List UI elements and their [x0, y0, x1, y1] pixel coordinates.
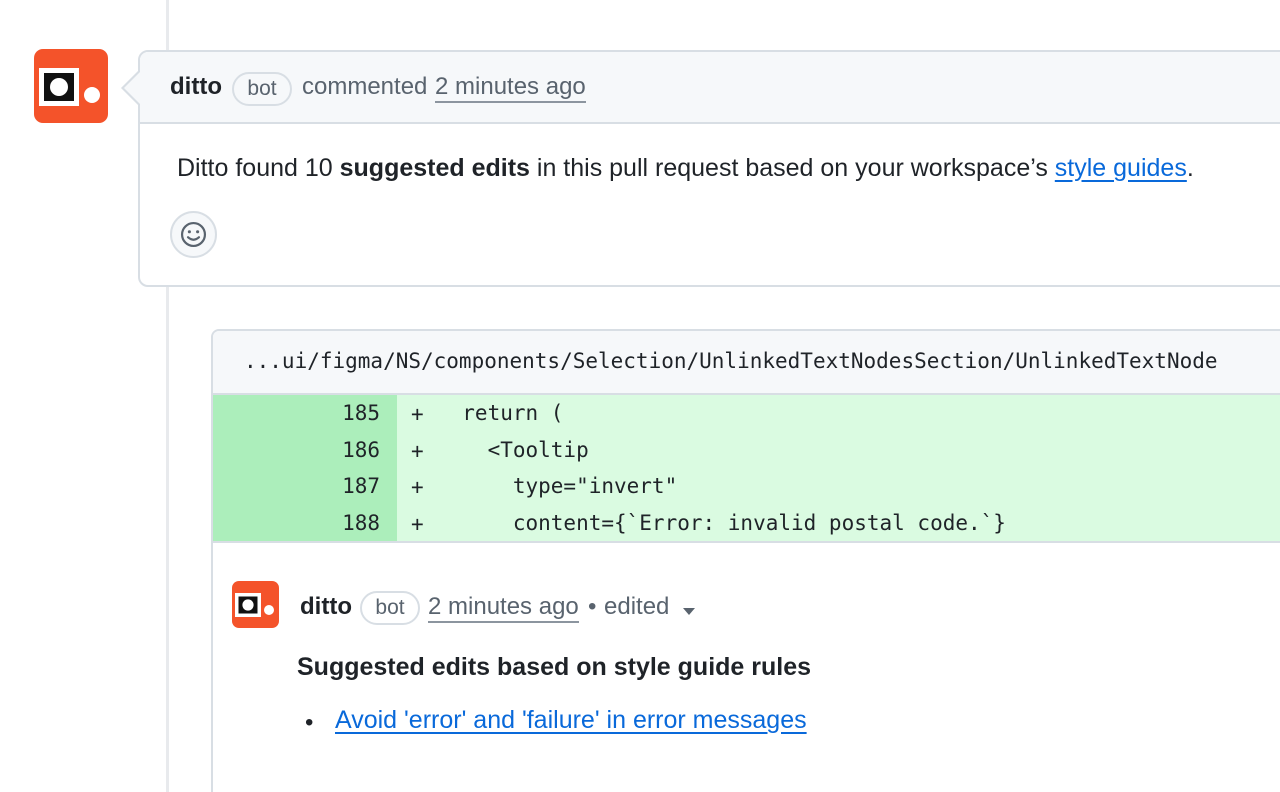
diff-code: return (: [437, 401, 564, 425]
diff-code: type="invert": [437, 474, 678, 498]
style-rule-link[interactable]: Avoid 'error' and 'failure' in error mes…: [335, 706, 807, 735]
style-guides-link[interactable]: style guides: [1055, 154, 1187, 182]
add-reaction-button[interactable]: [170, 211, 217, 258]
ditto-logo-icon: [39, 68, 100, 106]
ditto-reply-avatar[interactable]: [232, 581, 279, 628]
body-text: .: [1186, 154, 1194, 182]
body-text: in this pull request based on your works…: [529, 154, 1055, 182]
diff-line: 186 + <Tooltip: [213, 431, 1280, 468]
edited-label[interactable]: edited: [604, 593, 669, 621]
comment-timestamp[interactable]: 2 minutes ago: [435, 73, 586, 103]
file-header: ...ui/figma/NS/components/Selection/Unli…: [213, 331, 1280, 395]
body-text: Ditto found 10: [177, 154, 340, 182]
diff-hunk: 185 + return ( 186 + <Tooltip 187 + type…: [213, 395, 1280, 541]
chevron-down-icon[interactable]: [683, 608, 695, 615]
bullet: •: [305, 709, 314, 736]
reply-timestamp[interactable]: 2 minutes ago: [428, 593, 579, 623]
line-number[interactable]: 187: [213, 468, 397, 505]
diff-line: 185 + return (: [213, 395, 1280, 432]
comment-header: ditto bot commented 2 minutes ago: [140, 52, 1280, 124]
comment-author[interactable]: ditto: [170, 73, 222, 101]
line-number[interactable]: 188: [213, 504, 397, 541]
diff-code: content={`Error: invalid postal code.`}: [437, 510, 1006, 535]
reply-author[interactable]: ditto: [300, 593, 352, 621]
ditto-logo-icon: [235, 593, 274, 617]
bot-badge: bot: [232, 72, 292, 106]
diff-addition-sign: +: [411, 438, 424, 463]
body-bold-text: suggested edits: [339, 154, 530, 182]
comment-body: Ditto found 10 suggested edits in this p…: [177, 154, 1194, 183]
diff-addition-sign: +: [411, 475, 424, 499]
comment-action: commented: [302, 73, 428, 100]
diff-addition-sign: +: [411, 511, 424, 536]
diff-code: <Tooltip: [437, 437, 589, 462]
reply-heading: Suggested edits based on style guide rul…: [297, 653, 812, 681]
comment-pointer-fill: [124, 72, 140, 104]
line-number[interactable]: 185: [213, 395, 397, 432]
separator-dot: •: [588, 593, 597, 620]
review-thread: ...ui/figma/NS/components/Selection/Unli…: [211, 329, 1280, 792]
diff-addition-sign: +: [411, 402, 424, 426]
comment-card: ditto bot commented 2 minutes ago Ditto …: [138, 50, 1280, 287]
divider: [213, 541, 1280, 543]
diff-line: 188 + content={`Error: invalid postal co…: [213, 504, 1280, 541]
line-number[interactable]: 186: [213, 431, 397, 468]
smiley-icon: [180, 221, 207, 248]
ditto-avatar[interactable]: [34, 49, 108, 123]
file-path[interactable]: ...ui/figma/NS/components/Selection/Unli…: [244, 349, 1218, 373]
bot-badge: bot: [360, 591, 420, 625]
diff-line: 187 + type="invert": [213, 468, 1280, 505]
